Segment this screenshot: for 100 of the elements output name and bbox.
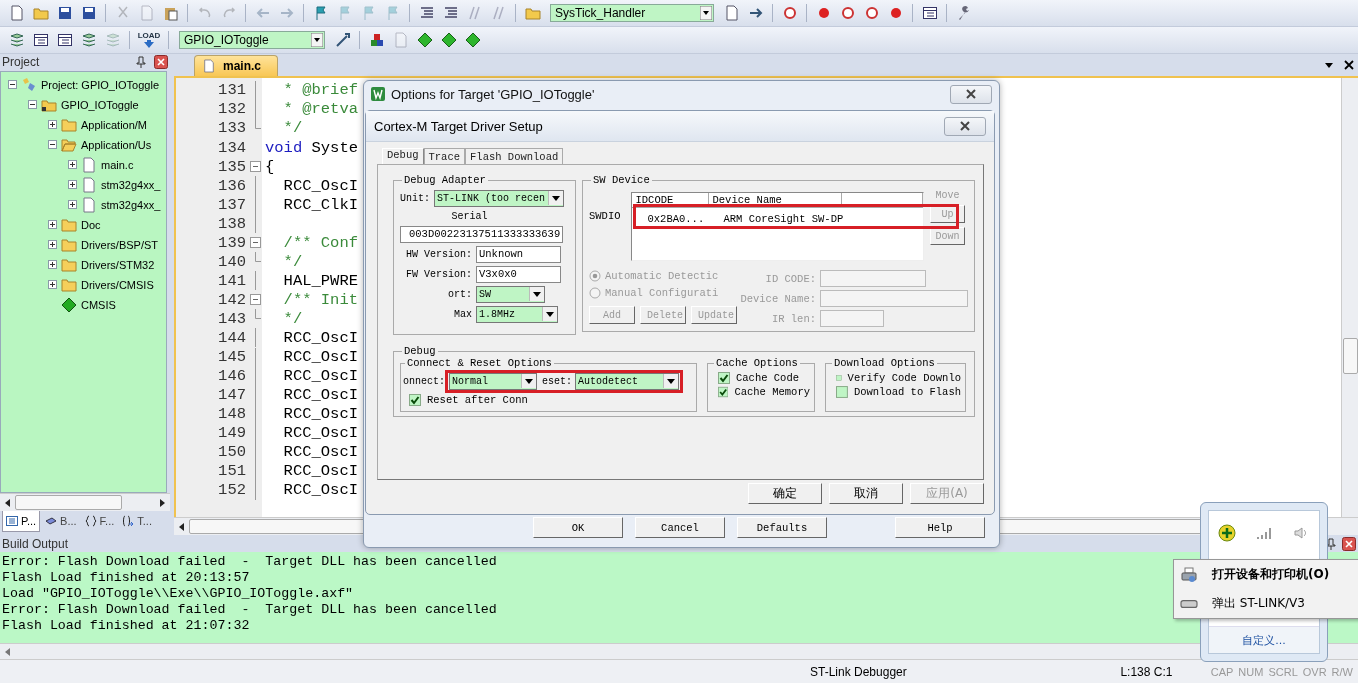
caret-icon	[542, 307, 557, 321]
tree-item[interactable]: Application/Us	[81, 138, 152, 151]
scroll-left-icon[interactable]	[5, 498, 10, 507]
tree-item[interactable]: Drivers/CMSIS	[81, 278, 154, 291]
line-number: 137	[217, 195, 246, 214]
pin-icon[interactable]	[1326, 537, 1336, 550]
tree-item[interactable]: Drivers/BSP/ST	[81, 238, 158, 251]
tree-item[interactable]: main.c	[101, 158, 134, 171]
field-label: ID CODE:	[765, 272, 816, 285]
scrollbar-thumb[interactable]	[1343, 337, 1358, 374]
tree-item[interactable]: GPIO_IOToggle	[61, 98, 139, 111]
checkbox[interactable]	[836, 372, 842, 384]
expander-icon[interactable]	[48, 240, 57, 250]
fold-icon[interactable]	[250, 294, 261, 306]
tree-item[interactable]: Application/M	[81, 118, 148, 131]
tree-item[interactable]: stm32g4xx_	[101, 198, 161, 211]
drive-icon	[1180, 599, 1198, 608]
serial-field[interactable]: 003D00223137511333333639	[400, 225, 563, 243]
pin-icon[interactable]	[136, 56, 146, 69]
expander-icon[interactable]	[68, 200, 77, 210]
fw-version-field[interactable]: V3x0x0	[476, 265, 561, 283]
close-icon[interactable]	[154, 55, 168, 70]
menu-item[interactable]: 弹出 ST-LINK/V3	[1174, 595, 1358, 613]
checkbox[interactable]	[409, 394, 421, 406]
line-number: 149	[217, 424, 246, 443]
code-line: RCC_OscI	[282, 176, 358, 195]
expander-icon[interactable]	[48, 120, 57, 130]
close-button[interactable]	[944, 116, 986, 136]
load-button[interactable]: LOAD	[136, 29, 162, 51]
dialog-button[interactable]: Help	[895, 517, 985, 538]
expander-icon[interactable]	[48, 140, 57, 150]
expander-icon[interactable]	[68, 180, 77, 190]
panel-tab[interactable]: B...	[42, 511, 80, 532]
project-icon	[21, 76, 37, 93]
caret-icon	[311, 32, 323, 47]
dialog-button[interactable]: Defaults	[737, 517, 827, 538]
tree-item[interactable]: CMSIS	[81, 298, 116, 311]
dialog-button[interactable]: 确定	[748, 483, 822, 504]
download-arrow-icon	[143, 40, 155, 49]
close-icon[interactable]	[1344, 59, 1354, 70]
fold-icon[interactable]	[250, 161, 261, 173]
close-icon[interactable]	[1342, 536, 1356, 551]
line-number: 140	[217, 252, 246, 271]
file-tab[interactable]: main.c	[194, 54, 278, 76]
dialog-button[interactable]: OK	[533, 517, 623, 538]
hw-version-field[interactable]: Unknown	[476, 245, 561, 263]
expander-icon[interactable]	[48, 220, 57, 230]
field-label: Unit:	[400, 192, 430, 204]
code-line: RCC_OscI	[282, 367, 358, 386]
checkbox[interactable]	[718, 372, 730, 384]
target-combo[interactable]: GPIO_IOToggle	[179, 30, 325, 49]
expander-icon[interactable]	[68, 160, 77, 170]
folder-icon	[61, 216, 77, 233]
tree-item[interactable]: Project: GPIO_IOToggle	[41, 78, 159, 91]
dialog-tab[interactable]: Trace	[423, 148, 466, 164]
menu-item[interactable]: 打开设备和打印机(O)	[1174, 565, 1358, 584]
tree-item[interactable]: Drivers/STM32	[81, 258, 155, 271]
braces-icon	[84, 515, 97, 528]
caret-icon	[548, 191, 563, 205]
close-button[interactable]	[950, 84, 992, 104]
panel-tab[interactable]: P...	[2, 511, 41, 533]
tree-item[interactable]: stm32g4xx_	[101, 178, 161, 191]
scroll-left-icon[interactable]	[179, 522, 184, 531]
panel-tab[interactable]: F...	[81, 511, 118, 532]
column-header: IDCODE	[631, 193, 709, 208]
tree-item[interactable]: Doc	[81, 218, 101, 231]
group-title: Connect & Reset Options	[406, 357, 553, 369]
dialog-tab[interactable]: Debug	[382, 148, 424, 164]
port-dropdown[interactable]: SW	[476, 285, 545, 303]
expander-icon[interactable]	[28, 100, 37, 110]
dialog-button[interactable]: Cancel	[635, 517, 725, 538]
field-label: HW Version:	[405, 248, 472, 260]
function-combo[interactable]: SysTick_Handler	[550, 3, 714, 22]
expander-icon[interactable]	[48, 280, 57, 290]
radio-label: Automatic Detectic	[605, 270, 719, 282]
plus-circle-icon[interactable]	[1218, 524, 1237, 542]
output-line: Flash Load finished at 20:13:57	[1, 570, 250, 587]
unit-dropdown[interactable]: ST-LINK (too recen	[434, 189, 564, 207]
clock-dropdown[interactable]: 1.8MHz	[476, 305, 558, 323]
reset-dropdown[interactable]: Autodetect	[575, 372, 680, 390]
status-text: ST-Link Debugger	[810, 664, 908, 679]
window-title: Cortex-M Target Driver Setup	[374, 118, 543, 134]
file-icon	[81, 196, 97, 213]
group-title: Cache Options	[715, 357, 799, 369]
status-indicator: SCRL	[1268, 665, 1298, 678]
checkbox[interactable]	[718, 386, 729, 398]
scrollbar-thumb[interactable]	[15, 495, 122, 511]
fold-icon[interactable]	[250, 237, 261, 249]
expander-icon[interactable]	[48, 260, 57, 270]
panel-tab[interactable]: T...	[119, 511, 155, 532]
file-icon	[81, 176, 97, 193]
folder-icon	[61, 256, 77, 273]
dialog-button[interactable]: 取消	[829, 483, 903, 504]
field-label: FW Version:	[405, 268, 472, 280]
table-cell-text: 0x2BA0...	[646, 213, 706, 225]
connect-dropdown[interactable]: Normal	[449, 372, 537, 390]
scroll-right-icon[interactable]	[160, 498, 165, 507]
checkbox[interactable]	[836, 386, 848, 398]
expander-icon[interactable]	[8, 80, 17, 90]
dialog-tab[interactable]: Flash Download	[465, 148, 564, 164]
